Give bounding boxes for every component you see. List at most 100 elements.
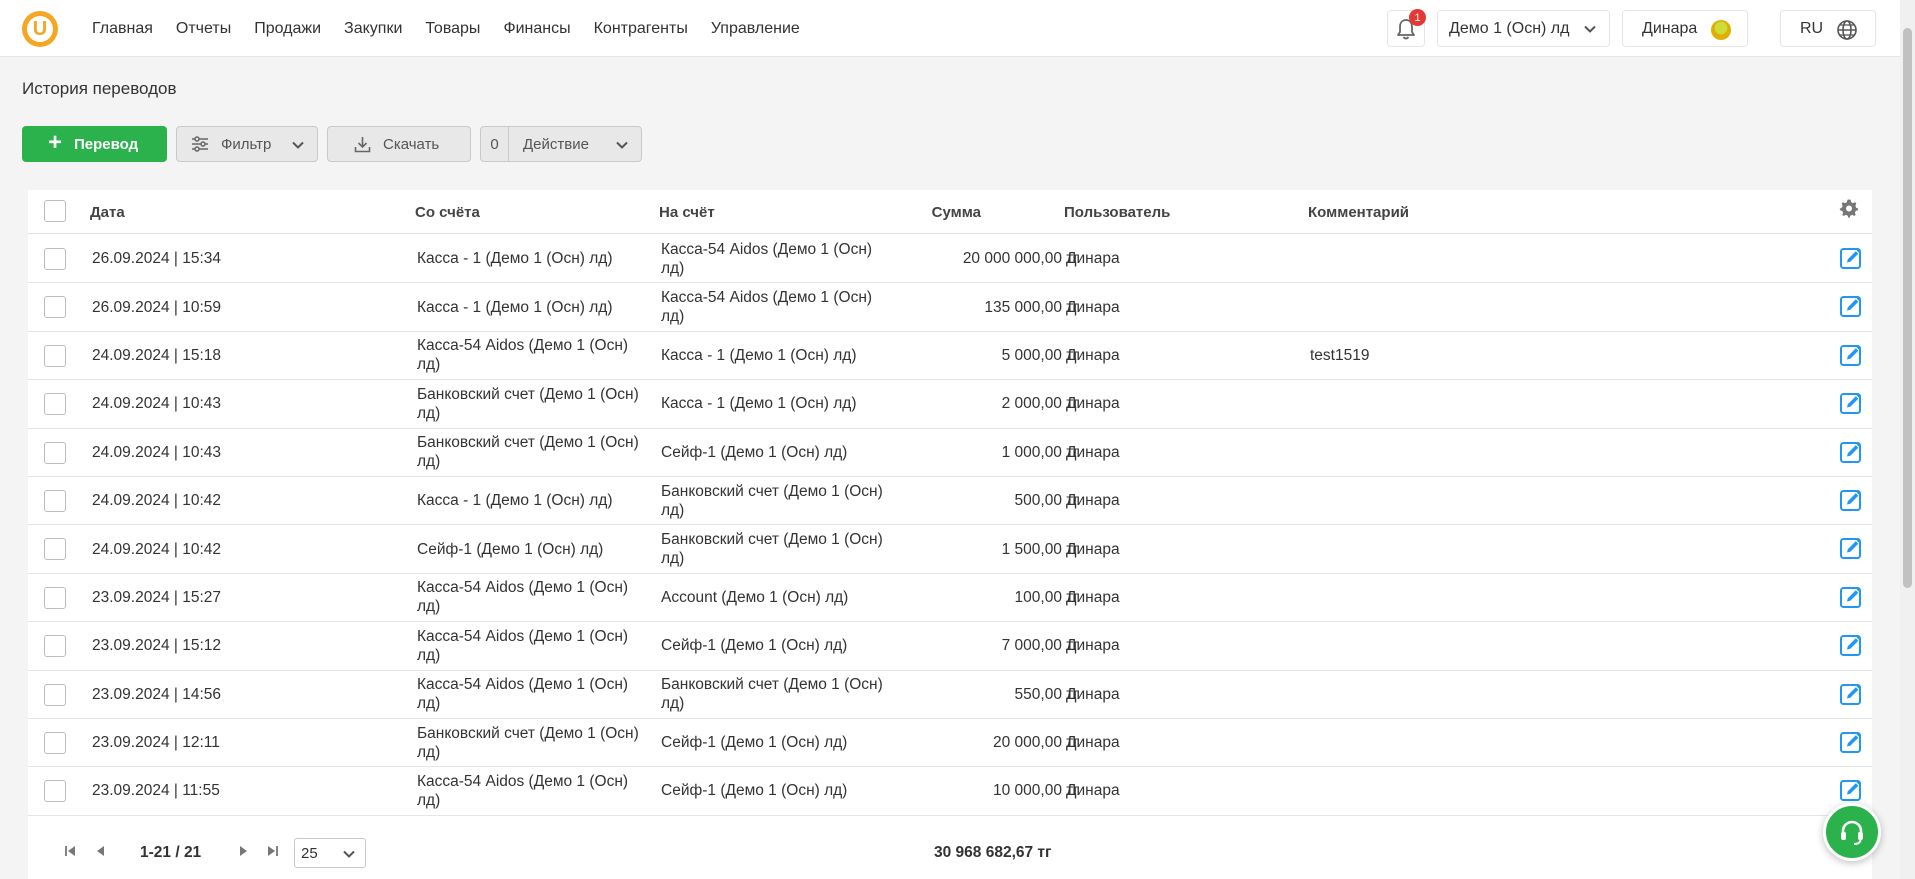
main-nav: Главная Отчеты Продажи Закупки Товары Фи… — [92, 0, 800, 57]
row-checkbox[interactable] — [44, 441, 66, 464]
language-code: RU — [1800, 19, 1824, 37]
table-row[interactable]: 23.09.2024 | 11:55 Касса-54 Aidos (Демо … — [28, 767, 1872, 816]
row-checkbox[interactable] — [44, 393, 66, 416]
scrollbar-thumb[interactable] — [1903, 28, 1912, 588]
table-row[interactable]: 23.09.2024 | 15:27 Касса-54 Aidos (Демо … — [28, 574, 1872, 623]
cell-amount: 10 000,00 тг — [992, 782, 1079, 800]
table-row[interactable]: 26.09.2024 | 15:34 Касса - 1 (Демо 1 (Ос… — [28, 235, 1872, 284]
nav-item-products[interactable]: Товары — [425, 20, 480, 38]
language-select[interactable]: RU — [1780, 10, 1876, 47]
edit-icon[interactable] — [1840, 683, 1862, 705]
chevron-down-icon — [615, 138, 629, 152]
row-checkbox[interactable] — [44, 780, 66, 803]
row-checkbox[interactable] — [44, 248, 66, 270]
table-header: Дата Со счёта На счёт Сумма Пользователь… — [28, 190, 1872, 234]
table-row[interactable]: 23.09.2024 | 12:11 Банковский счет (Демо… — [28, 719, 1872, 768]
cell-user: Динара — [1066, 540, 1120, 558]
edit-icon[interactable] — [1840, 586, 1862, 608]
cell-from-account: Касса-54 Aidos (Демо 1 (Осн) лд) — [417, 627, 629, 664]
table-row[interactable]: 24.09.2024 | 10:43 Банковский счет (Демо… — [28, 429, 1872, 477]
table-body: 26.09.2024 | 15:34 Касса - 1 (Демо 1 (Ос… — [28, 235, 1872, 827]
last-page-icon[interactable] — [266, 844, 280, 858]
first-page-icon[interactable] — [63, 844, 77, 858]
nav-item-sales[interactable]: Продажи — [254, 20, 321, 38]
download-button[interactable]: Скачать — [327, 126, 471, 162]
cell-user: Динара — [1066, 637, 1120, 655]
column-header-user[interactable]: Пользователь — [1064, 190, 1170, 234]
select-all-checkbox[interactable] — [44, 200, 66, 222]
user-menu[interactable]: Динара — [1622, 10, 1748, 47]
nav-item-management[interactable]: Управление — [711, 20, 800, 38]
cell-amount: 20 000 000,00 тг — [962, 250, 1079, 268]
edit-icon[interactable] — [1840, 731, 1862, 753]
column-header-to-account[interactable]: На счёт — [659, 190, 715, 234]
gear-icon[interactable] — [1839, 198, 1859, 218]
nav-item-home[interactable]: Главная — [92, 20, 153, 38]
cell-to-account: Сейф-1 (Демо 1 (Осн) лд) — [661, 782, 848, 800]
edit-icon[interactable] — [1840, 295, 1862, 318]
cell-user: Динара — [1066, 250, 1120, 268]
cell-date: 23.09.2024 | 15:12 — [92, 637, 222, 655]
app-logo[interactable]: U — [22, 11, 58, 47]
cell-date: 24.09.2024 | 10:42 — [92, 540, 222, 558]
cell-to-account: Сейф-1 (Демо 1 (Осн) лд) — [661, 637, 848, 655]
cell-from-account: Касса - 1 (Демо 1 (Осн) лд) — [417, 492, 613, 510]
next-page-icon[interactable] — [236, 844, 250, 858]
download-button-label: Скачать — [383, 135, 440, 153]
table-row[interactable]: 23.09.2024 | 14:56 Касса-54 Aidos (Демо … — [28, 671, 1872, 719]
row-checkbox[interactable] — [44, 344, 66, 367]
edit-icon[interactable] — [1840, 779, 1862, 802]
cell-from-account: Банковский счет (Демо 1 (Осн) лд) — [417, 385, 639, 422]
action-dropdown[interactable]: 0 Действие — [480, 126, 642, 162]
row-checkbox[interactable] — [44, 489, 66, 512]
table-row[interactable]: 24.09.2024 | 15:18 Касса-54 Aidos (Демо … — [28, 332, 1872, 381]
row-checkbox[interactable] — [44, 683, 66, 706]
table-row[interactable]: 23.09.2024 | 15:12 Касса-54 Aidos (Демо … — [28, 622, 1872, 671]
nav-item-finance[interactable]: Финансы — [503, 20, 570, 38]
column-header-date[interactable]: Дата — [90, 190, 125, 234]
cell-user: Динара — [1066, 298, 1120, 316]
organization-select[interactable]: Демо 1 (Осн) лд — [1437, 10, 1610, 47]
nav-item-reports[interactable]: Отчеты — [176, 20, 231, 38]
column-header-comment[interactable]: Комментарий — [1308, 190, 1409, 234]
cell-user: Динара — [1066, 395, 1120, 413]
edit-icon[interactable] — [1840, 247, 1862, 269]
notifications-button[interactable]: 1 — [1387, 9, 1426, 47]
cell-to-account: Банковский счет (Демо 1 (Осн) лд) — [661, 676, 883, 713]
transfer-button[interactable]: + Перевод — [22, 126, 167, 162]
edit-icon[interactable] — [1840, 344, 1862, 366]
top-navigation-bar: U Главная Отчеты Продажи Закупки Товары … — [0, 0, 1900, 57]
row-checkbox[interactable] — [44, 635, 66, 658]
table-row[interactable]: 26.09.2024 | 10:59 Касса - 1 (Демо 1 (Ос… — [28, 283, 1872, 332]
cell-to-account: Касса-54 Aidos (Демо 1 (Осн) лд) — [661, 289, 873, 326]
edit-icon[interactable] — [1840, 634, 1862, 657]
edit-icon[interactable] — [1840, 537, 1862, 560]
page-size-select[interactable]: 25 — [294, 838, 366, 868]
cell-date: 24.09.2024 | 10:42 — [92, 492, 222, 510]
cell-to-account: Account (Демо 1 (Осн) лд) — [661, 588, 849, 606]
support-chat-button[interactable] — [1823, 803, 1881, 861]
row-checkbox[interactable] — [44, 538, 66, 561]
cell-comment — [1310, 235, 1710, 282]
cell-user: Динара — [1066, 492, 1120, 510]
nav-item-counterparties[interactable]: Контрагенты — [594, 20, 688, 38]
edit-icon[interactable] — [1840, 392, 1862, 415]
cell-comment — [1310, 767, 1710, 814]
row-checkbox[interactable] — [44, 586, 66, 609]
cell-from-account: Касса - 1 (Демо 1 (Осн) лд) — [417, 298, 613, 316]
cell-comment — [1310, 380, 1710, 427]
column-header-from-account[interactable]: Со счёта — [415, 190, 480, 234]
table-row[interactable]: 24.09.2024 | 10:42 Касса - 1 (Демо 1 (Ос… — [28, 477, 1872, 526]
prev-page-icon[interactable] — [94, 844, 108, 858]
organization-name: Демо 1 (Осн) лд — [1449, 19, 1570, 37]
table-row[interactable]: 24.09.2024 | 10:42 Сейф-1 (Демо 1 (Осн) … — [28, 525, 1872, 574]
column-header-amount[interactable]: Сумма — [884, 190, 981, 234]
filter-button[interactable]: Фильтр — [176, 126, 318, 162]
row-checkbox[interactable] — [44, 296, 66, 319]
edit-icon[interactable] — [1840, 441, 1862, 463]
page-scrollbar[interactable] — [1900, 0, 1915, 879]
table-row[interactable]: 24.09.2024 | 10:43 Банковский счет (Демо… — [28, 380, 1872, 429]
nav-item-purchases[interactable]: Закупки — [344, 20, 402, 38]
row-checkbox[interactable] — [44, 731, 66, 754]
edit-icon[interactable] — [1840, 489, 1862, 511]
